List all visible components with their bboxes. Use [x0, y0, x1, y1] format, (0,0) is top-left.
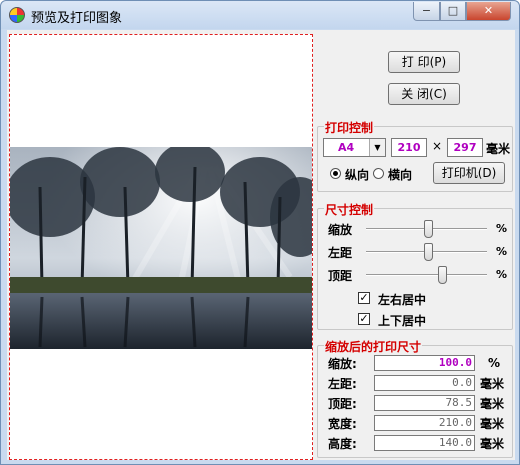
landscape-label[interactable]: 横向 [388, 166, 412, 183]
top-margin-unit: 毫米 [480, 397, 505, 411]
paper-size-value: A4 [338, 141, 355, 154]
top-margin-slider-track[interactable] [366, 274, 487, 276]
window: 预览及打印图象 − □ ✕ 打 印(P) 关 闭(C) 打印控制 A4 ▼ 21… [0, 0, 520, 465]
scale-slider-label: 缩放 [328, 223, 353, 237]
paper-width-field[interactable]: 210 [391, 138, 427, 157]
left-margin-field[interactable]: 0.0 [374, 375, 475, 391]
top-margin-field[interactable]: 78.5 [374, 395, 475, 411]
paper-height-field[interactable]: 297 [447, 138, 483, 157]
dropdown-arrow-icon[interactable]: ▼ [369, 139, 385, 156]
size-control-title: 尺寸控制 [324, 201, 375, 218]
height-field[interactable]: 140.0 [374, 435, 475, 451]
preview-image [10, 147, 312, 349]
paper-size-select[interactable]: A4 ▼ [323, 138, 386, 157]
left-margin-unit: 毫米 [480, 377, 505, 391]
window-title: 预览及打印图象 [31, 11, 123, 26]
times-sign: × [432, 139, 443, 153]
scale-unit: % [488, 356, 501, 370]
scale-slider-unit: % [496, 222, 508, 235]
print-control-title: 打印控制 [324, 119, 375, 136]
checkmark-icon: ✓ [359, 312, 369, 325]
print-button[interactable]: 打 印(P) [388, 51, 460, 73]
close-window-button[interactable]: ✕ [466, 2, 511, 21]
close-button[interactable]: 关 闭(C) [388, 83, 460, 105]
maximize-icon: □ [447, 4, 459, 17]
left-margin-slider-unit: % [496, 245, 508, 258]
width-field[interactable]: 210.0 [374, 415, 475, 431]
center-vertical-label[interactable]: 上下居中 [378, 312, 426, 329]
paper-unit: 毫米 [486, 142, 511, 156]
minimize-button[interactable]: − [413, 2, 440, 21]
width-label: 宽度: [328, 417, 357, 431]
left-margin-label: 左距: [328, 377, 357, 391]
printer-button[interactable]: 打印机(D) [433, 162, 505, 184]
top-margin-slider-label: 顶距 [328, 269, 353, 283]
center-vertical-checkbox[interactable]: ✓ [358, 313, 370, 325]
maximize-button[interactable]: □ [440, 2, 466, 21]
print-preview [9, 34, 313, 460]
center-horizontal-checkbox[interactable]: ✓ [358, 292, 370, 304]
width-unit: 毫米 [480, 417, 505, 431]
portrait-radio[interactable] [330, 168, 341, 179]
print-control-group: 打印控制 A4 ▼ 210 × 297 毫米 纵向 横向 打印机(D) [317, 119, 513, 192]
scale-label: 缩放: [328, 357, 357, 371]
height-unit: 毫米 [480, 437, 505, 451]
dialog-body: 打 印(P) 关 闭(C) 打印控制 A4 ▼ 210 × 297 毫米 纵向 … [7, 30, 515, 460]
app-icon [9, 7, 25, 23]
left-margin-slider-thumb[interactable] [424, 243, 434, 261]
scale-slider-thumb[interactable] [424, 220, 434, 238]
size-control-group: 尺寸控制 缩放 % 左距 % 顶距 % ✓ 左右居中 ✓ 上下居中 [317, 201, 513, 330]
title-bar[interactable]: 预览及打印图象 − □ ✕ [1, 1, 519, 29]
scale-field[interactable]: 100.0 [374, 355, 475, 371]
left-margin-slider-label: 左距 [328, 246, 353, 260]
height-label: 高度: [328, 437, 357, 451]
landscape-radio[interactable] [373, 168, 384, 179]
close-icon: ✕ [483, 4, 494, 17]
top-margin-slider-thumb[interactable] [437, 266, 447, 284]
print-size-group: 缩放后的打印尺寸 缩放: 100.0 % 左距: 0.0 毫米 顶距: 78.5… [317, 338, 513, 458]
minimize-icon: − [421, 4, 432, 17]
checkmark-icon: ✓ [359, 291, 369, 304]
print-size-title: 缩放后的打印尺寸 [324, 338, 423, 355]
top-margin-slider-unit: % [496, 268, 508, 281]
center-horizontal-label[interactable]: 左右居中 [378, 291, 426, 308]
top-margin-label: 顶距: [328, 397, 357, 411]
portrait-label[interactable]: 纵向 [345, 166, 369, 183]
